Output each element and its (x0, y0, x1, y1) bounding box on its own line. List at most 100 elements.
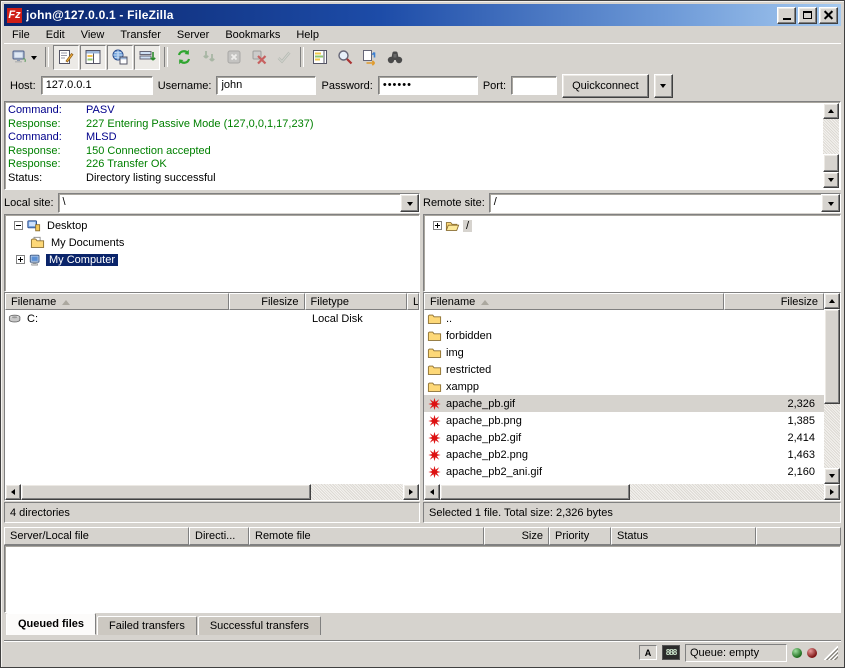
local-site-value[interactable]: \ (59, 194, 400, 212)
synchronized-browsing-button[interactable] (358, 46, 382, 69)
green-indicator-icon (792, 648, 802, 658)
column-header-server-local-file[interactable]: Server/Local file (4, 527, 189, 545)
scroll-down-button[interactable] (823, 172, 839, 188)
collapse-icon[interactable] (14, 221, 23, 230)
username-input[interactable]: john (216, 76, 316, 95)
toolbar (4, 43, 841, 70)
menu-edit[interactable]: Edit (38, 28, 73, 42)
remote-horizontal-scrollbar[interactable] (424, 484, 840, 500)
file-row-selected[interactable]: apache_pb.gif 2,326 (424, 395, 824, 412)
reconnect-button[interactable] (272, 46, 296, 69)
column-header-size[interactable]: Size (484, 527, 549, 545)
scroll-up-button[interactable] (823, 103, 839, 119)
remote-tree-icon (111, 48, 129, 66)
menu-help[interactable]: Help (288, 28, 327, 42)
column-header-filesize[interactable]: Filesize (724, 293, 824, 310)
column-header-last-modified[interactable]: L (407, 293, 419, 310)
transfer-type-indicator-icon[interactable]: A (639, 645, 657, 660)
tab-successful-transfers[interactable]: Successful transfers (198, 616, 321, 635)
minimize-button[interactable] (777, 7, 796, 24)
expand-icon[interactable] (433, 221, 442, 230)
menu-transfer[interactable]: Transfer (112, 28, 169, 42)
menu-view[interactable]: View (73, 28, 113, 42)
port-input[interactable] (511, 76, 557, 95)
find-files-button[interactable] (333, 46, 357, 69)
scrollbar-thumb[interactable] (21, 484, 311, 500)
directory-comparison-button[interactable] (308, 46, 332, 69)
message-log: Command:PASV Response:227 Entering Passi… (4, 101, 841, 190)
file-row[interactable]: apache_pb2.gif 2,414 (424, 429, 824, 446)
site-manager-button[interactable] (7, 46, 41, 69)
scroll-right-button[interactable] (824, 484, 840, 500)
scroll-left-button[interactable] (5, 484, 21, 500)
tree-item-desktop[interactable]: Desktop (5, 217, 419, 234)
file-row[interactable]: xampp (424, 378, 824, 395)
filter-button[interactable] (383, 46, 407, 69)
remote-site-dropdown-button[interactable] (821, 194, 840, 212)
tab-queued-files[interactable]: Queued files (6, 613, 96, 635)
menu-bookmarks[interactable]: Bookmarks (217, 28, 288, 42)
menu-bar: File Edit View Transfer Server Bookmarks… (4, 26, 841, 43)
tree-item-my-documents[interactable]: My Documents (5, 234, 419, 251)
column-header-remote-file[interactable]: Remote file (249, 527, 484, 545)
scrollbar-thumb[interactable] (823, 154, 839, 172)
column-header-filename[interactable]: Filename (424, 293, 724, 310)
file-row[interactable]: apache_pb2.png 1,463 (424, 446, 824, 463)
toggle-message-log-button[interactable] (53, 45, 79, 70)
file-row[interactable]: apache_pb2_ani.gif 2,160 (424, 463, 824, 480)
queue-list (4, 545, 841, 613)
open-folder-icon (445, 219, 460, 233)
local-horizontal-scrollbar[interactable] (5, 484, 419, 500)
log-scrollbar[interactable] (823, 103, 839, 188)
maximize-button[interactable] (798, 7, 817, 24)
scroll-right-button[interactable] (403, 484, 419, 500)
local-site-combobox[interactable]: \ (58, 193, 420, 213)
column-header-filename[interactable]: Filename (5, 293, 229, 310)
scrollbar-thumb[interactable] (440, 484, 630, 500)
menu-server[interactable]: Server (169, 28, 217, 42)
scroll-left-button[interactable] (424, 484, 440, 500)
column-header-filesize[interactable]: Filesize (229, 293, 305, 310)
disconnect-button[interactable] (247, 46, 271, 69)
file-row[interactable]: img (424, 344, 824, 361)
close-button[interactable] (819, 7, 838, 24)
toggle-local-tree-button[interactable] (80, 45, 106, 70)
image-file-icon (427, 448, 442, 462)
toggle-transfer-queue-button[interactable] (134, 45, 160, 70)
host-input[interactable]: 127.0.0.1 (41, 76, 153, 95)
expand-icon[interactable] (16, 255, 25, 264)
file-row[interactable]: restricted (424, 361, 824, 378)
process-queue-button[interactable] (197, 46, 221, 69)
quickconnect-button[interactable]: Quickconnect (562, 74, 649, 98)
column-header-priority[interactable]: Priority (549, 527, 611, 545)
toggle-remote-tree-button[interactable] (107, 45, 133, 70)
speed-limits-icon[interactable]: 888 (662, 645, 680, 660)
scrollbar-thumb[interactable] (824, 309, 840, 404)
file-row[interactable]: .. (424, 310, 824, 327)
menu-file[interactable]: File (4, 28, 38, 42)
column-header-filetype[interactable]: Filetype (305, 293, 407, 310)
tree-item-root[interactable]: / (424, 217, 840, 234)
folder-icon (427, 346, 442, 360)
resize-grip[interactable] (824, 646, 838, 660)
file-row-c-drive[interactable]: C: Local Disk (5, 310, 419, 327)
cancel-operation-button[interactable] (222, 46, 246, 69)
quickconnect-dropdown-button[interactable] (654, 74, 673, 98)
column-header-direction[interactable]: Directi... (189, 527, 249, 545)
remote-site-combobox[interactable]: / (489, 193, 841, 213)
scroll-down-button[interactable] (824, 468, 840, 484)
tree-item-my-computer[interactable]: My Computer (5, 251, 419, 268)
toolbar-separator (164, 47, 168, 67)
refresh-button[interactable] (172, 46, 196, 69)
column-header-status[interactable]: Status (611, 527, 756, 545)
file-row[interactable]: apache_pb.png 1,385 (424, 412, 824, 429)
remote-list-header: Filename Filesize (424, 293, 824, 310)
remote-site-value[interactable]: / (490, 194, 821, 212)
remote-vertical-scrollbar[interactable] (824, 293, 840, 484)
close-icon (824, 11, 833, 20)
file-row[interactable]: forbidden (424, 327, 824, 344)
tab-failed-transfers[interactable]: Failed transfers (97, 616, 197, 635)
local-site-dropdown-button[interactable] (400, 194, 419, 212)
scroll-up-button[interactable] (824, 293, 840, 309)
password-input[interactable]: •••••• (378, 76, 478, 95)
